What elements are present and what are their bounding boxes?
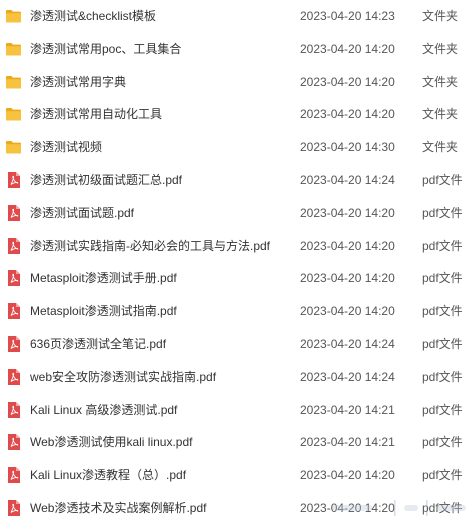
file-row[interactable]: 渗透测试初级面试题汇总.pdf 2023-04-20 14:24 pdf文件 xyxy=(0,164,474,197)
pdf-icon xyxy=(5,302,22,320)
file-type: pdf文件 xyxy=(422,435,463,450)
file-type: pdf文件 xyxy=(422,336,463,351)
file-type: pdf文件 xyxy=(422,172,463,187)
pdf-icon xyxy=(5,237,22,255)
file-list: 渗透测试&checklist模板 2023-04-20 14:23 文件夹 渗透测试常… xyxy=(0,0,474,525)
file-modified-date: 2023-04-20 14:20 xyxy=(300,304,395,319)
file-name[interactable]: Metasploit渗透测试手册.pdf xyxy=(30,262,177,295)
file-modified-date: 2023-04-20 14:20 xyxy=(300,107,395,122)
file-row[interactable]: 渗透测试视频 2023-04-20 14:30 文件夹 xyxy=(0,131,474,164)
file-modified-date: 2023-04-20 14:24 xyxy=(300,336,395,351)
file-row[interactable]: 渗透测试面试题.pdf 2023-04-20 14:20 pdf文件 xyxy=(0,197,474,230)
file-row[interactable]: 渗透测试常用poc、工具集合 2023-04-20 14:20 文件夹 xyxy=(0,33,474,66)
file-modified-date: 2023-04-20 14:30 xyxy=(300,140,395,155)
file-modified-date: 2023-04-20 14:20 xyxy=(300,41,395,56)
file-type: pdf文件 xyxy=(422,402,463,417)
folder-icon xyxy=(5,7,22,25)
file-modified-date: 2023-04-20 14:20 xyxy=(300,205,395,220)
file-name[interactable]: web安全攻防渗透测试实战指南.pdf xyxy=(30,361,216,394)
file-name[interactable]: Metasploit渗透测试指南.pdf xyxy=(30,295,177,328)
pdf-icon xyxy=(5,401,22,419)
file-type: pdf文件 xyxy=(422,468,463,483)
file-type: pdf文件 xyxy=(422,205,463,220)
file-name[interactable]: 渗透测试面试题.pdf xyxy=(30,197,134,230)
folder-icon xyxy=(5,40,22,58)
file-type: pdf文件 xyxy=(422,271,463,286)
pdf-icon xyxy=(5,171,22,189)
file-type: 文件夹 xyxy=(422,140,459,155)
file-name[interactable]: Kali Linux渗透教程（总）.pdf xyxy=(30,459,186,492)
pdf-icon xyxy=(5,204,22,222)
file-name[interactable]: 636页渗透测试全笔记.pdf xyxy=(30,328,166,361)
file-row[interactable]: Web渗透测试使用kali linux.pdf 2023-04-20 14:21 p… xyxy=(0,426,474,459)
file-row[interactable]: Kali Linux 高级渗透测试.pdf 2023-04-20 14:21 pdf… xyxy=(0,394,474,427)
file-row[interactable]: 渗透测试&checklist模板 2023-04-20 14:23 文件夹 xyxy=(0,0,474,33)
file-type: 文件夹 xyxy=(422,107,459,122)
folder-icon xyxy=(5,138,22,156)
file-row[interactable]: Metasploit渗透测试手册.pdf 2023-04-20 14:20 pdf文… xyxy=(0,262,474,295)
file-row[interactable]: 渗透测试常用字典 2023-04-20 14:20 文件夹 xyxy=(0,66,474,99)
file-name[interactable]: 渗透测试视频 xyxy=(30,131,102,164)
file-type: 文件夹 xyxy=(422,74,459,89)
pdf-icon xyxy=(5,335,22,353)
file-name[interactable]: 渗透测试&checklist模板 xyxy=(30,0,156,33)
pdf-icon xyxy=(5,499,22,517)
file-type: pdf文件 xyxy=(422,304,463,319)
file-type: 文件夹 xyxy=(422,9,459,23)
file-modified-date: 2023-04-20 14:20 xyxy=(300,74,395,89)
file-type: pdf文件 xyxy=(422,369,463,384)
file-modified-date: 2023-04-20 14:21 xyxy=(300,402,395,417)
file-type: 文件夹 xyxy=(422,41,459,56)
file-row[interactable]: 636页渗透测试全笔记.pdf 2023-04-20 14:24 pdf文件 xyxy=(0,328,474,361)
folder-icon xyxy=(5,105,22,123)
file-row[interactable]: Kali Linux渗透教程（总）.pdf 2023-04-20 14:20 pdf… xyxy=(0,459,474,492)
watermark xyxy=(332,500,466,516)
file-row[interactable]: Metasploit渗透测试指南.pdf 2023-04-20 14:20 pdf文… xyxy=(0,295,474,328)
file-modified-date: 2023-04-20 14:20 xyxy=(300,238,395,253)
pdf-icon xyxy=(5,368,22,386)
file-modified-date: 2023-04-20 14:24 xyxy=(300,172,395,187)
file-modified-date: 2023-04-20 14:20 xyxy=(300,271,395,286)
pdf-icon xyxy=(5,466,22,484)
file-name[interactable]: 渗透测试常用poc、工具集合 xyxy=(30,33,181,66)
file-modified-date: 2023-04-20 14:24 xyxy=(300,369,395,384)
file-type: pdf文件 xyxy=(422,238,463,253)
file-name[interactable]: 渗透测试常用字典 xyxy=(30,66,126,99)
file-name[interactable]: 渗透测试实践指南-必知必会的工具与方法.pdf xyxy=(30,230,270,263)
file-modified-date: 2023-04-20 14:21 xyxy=(300,435,395,450)
folder-icon xyxy=(5,73,22,91)
file-row[interactable]: 渗透测试实践指南-必知必会的工具与方法.pdf 2023-04-20 14:20 p… xyxy=(0,230,474,263)
file-name[interactable]: 渗透测试初级面试题汇总.pdf xyxy=(30,164,182,197)
file-modified-date: 2023-04-20 14:20 xyxy=(300,468,395,483)
file-row[interactable]: 渗透测试常用自动化工具 2023-04-20 14:20 文件夹 xyxy=(0,98,474,131)
file-name[interactable]: Kali Linux 高级渗透测试.pdf xyxy=(30,394,177,427)
file-name[interactable]: Web渗透测试使用kali linux.pdf xyxy=(30,426,193,459)
pdf-icon xyxy=(5,433,22,451)
file-row[interactable]: web安全攻防渗透测试实战指南.pdf 2023-04-20 14:24 pdf文件 xyxy=(0,361,474,394)
file-modified-date: 2023-04-20 14:23 xyxy=(300,9,395,23)
file-name[interactable]: 渗透测试常用自动化工具 xyxy=(30,98,162,131)
pdf-icon xyxy=(5,269,22,287)
